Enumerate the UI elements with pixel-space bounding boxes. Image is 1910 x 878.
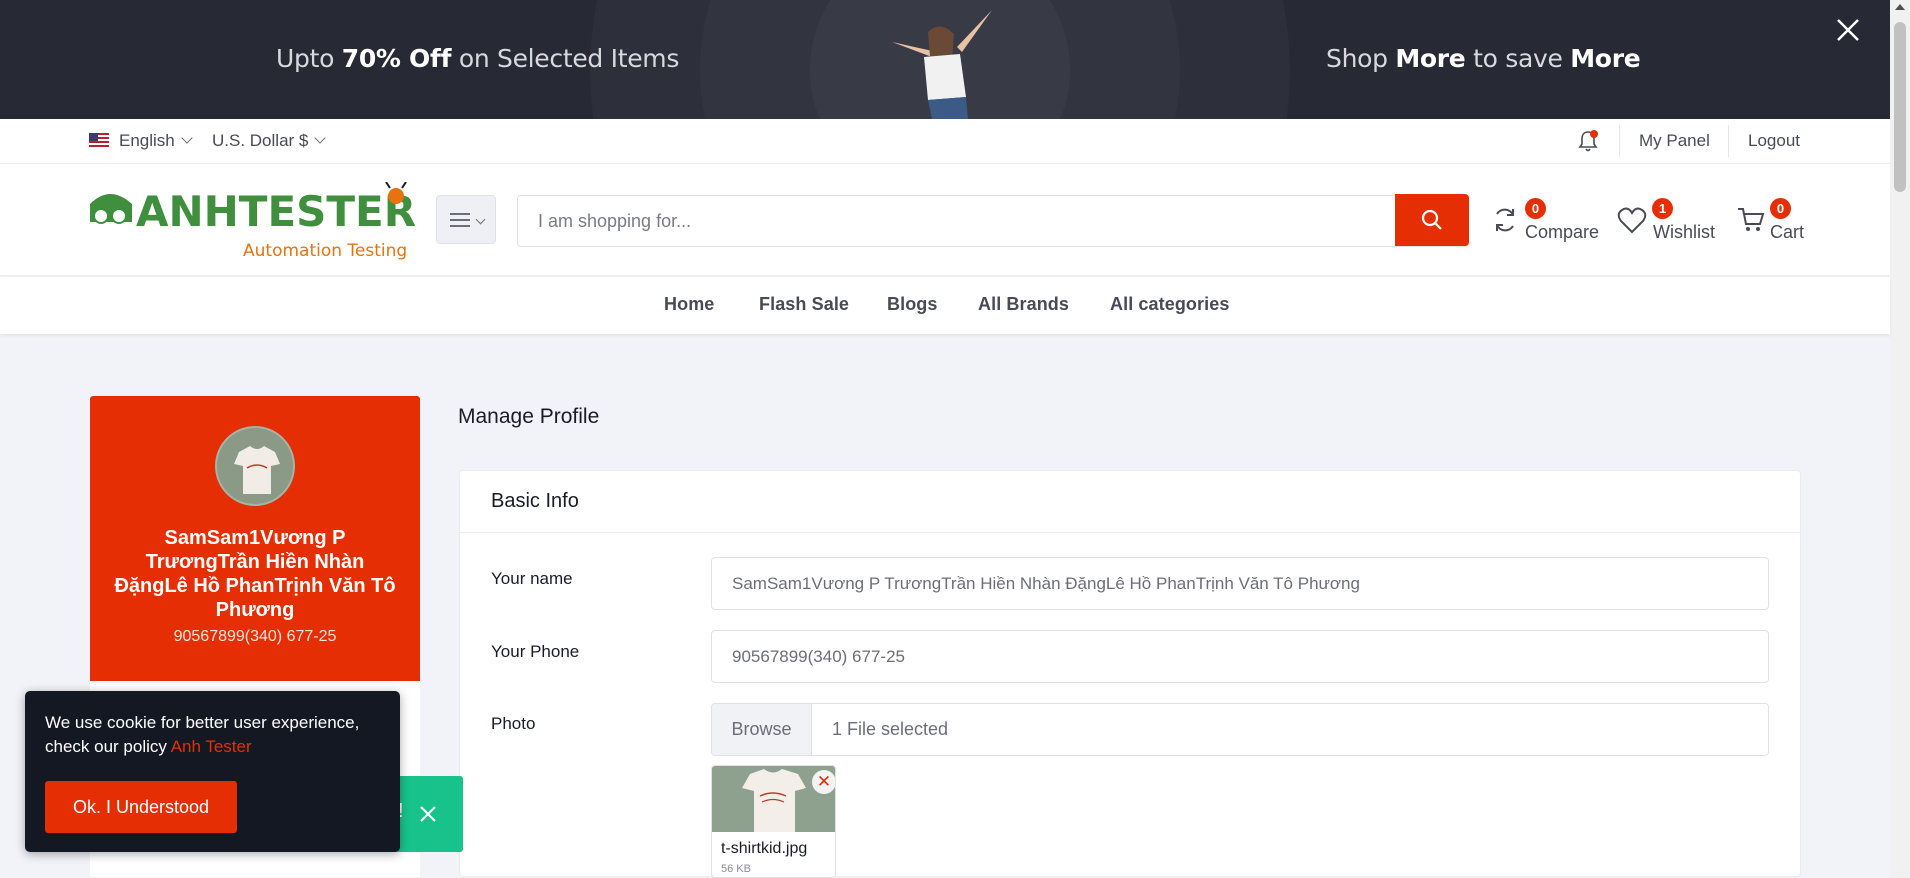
chevron-down-icon — [181, 132, 193, 144]
card-header: Basic Info — [460, 471, 1800, 533]
main-nav: Home Flash Sale Blogs All Brands All cat… — [0, 277, 1890, 334]
logout-link[interactable]: Logout — [1748, 131, 1800, 151]
nav-blogs[interactable]: Blogs — [887, 294, 938, 315]
nav-flash-sale[interactable]: Flash Sale — [759, 294, 849, 315]
my-panel-link[interactable]: My Panel — [1639, 131, 1710, 151]
logo-sub-text: Automation Testing — [243, 241, 407, 261]
cart-button[interactable]: 0 Cart — [1735, 164, 1805, 276]
notification-dot — [1590, 130, 1598, 138]
file-preview: ✕ t-shirtkid.jpg 56 KB — [711, 765, 836, 878]
cookie-policy-link[interactable]: Anh Tester — [171, 737, 252, 756]
category-menu-button[interactable] — [436, 195, 496, 244]
profile-name: SamSam1Vương P TrươngTrần Hiền Nhàn Đặng… — [114, 527, 396, 621]
card-title: Basic Info — [491, 490, 579, 512]
hamburger-icon — [450, 213, 470, 227]
nav-home[interactable]: Home — [664, 294, 714, 315]
basic-info-card: Basic Info Your name SamSam1Vương P Trươ… — [459, 470, 1801, 878]
profile-phone: 90567899(340) 677-25 — [173, 628, 337, 645]
cart-count-badge: 0 — [1770, 198, 1791, 219]
wishlist-count-badge: 1 — [1652, 198, 1673, 219]
banner-shop-text: Shop More to save More — [1326, 44, 1641, 73]
browse-button[interactable]: Browse — [712, 704, 812, 755]
name-field[interactable]: SamSam1Vương P TrươngTrần Hiền Nhàn Đặng… — [711, 557, 1769, 610]
main-header: ANHTESTER Automation Testing 0 Compare 1… — [0, 164, 1890, 276]
language-selector[interactable]: English — [119, 131, 193, 151]
accept-cookie-button[interactable]: Ok. I Understood — [45, 781, 237, 833]
remove-file-icon[interactable]: ✕ — [812, 770, 835, 794]
search-input[interactable] — [518, 196, 1396, 246]
page-title: Manage Profile — [458, 405, 600, 428]
wishlist-label: Wishlist — [1653, 222, 1715, 242]
divider — [1728, 125, 1729, 157]
file-selected-text: 1 File selected — [832, 719, 949, 739]
close-banner-icon[interactable] — [1830, 12, 1866, 48]
anhtester-logo[interactable]: ANHTESTER Automation Testing — [88, 182, 418, 264]
photo-file-input[interactable]: Browse 1 File selected — [711, 703, 1769, 756]
close-icon[interactable] — [416, 802, 440, 826]
cookie-message: We use cookie for better user experience… — [45, 713, 360, 756]
avatar — [215, 426, 295, 506]
logo-main-text: ANHTESTER — [136, 187, 416, 236]
divider — [1619, 125, 1620, 157]
nav-all-brands[interactable]: All Brands — [978, 294, 1069, 315]
file-name: t-shirtkid.jpg — [721, 840, 808, 857]
file-size: 56 KB — [721, 863, 751, 875]
nav-all-categories[interactable]: All categories — [1110, 294, 1229, 315]
us-flag-icon — [89, 133, 109, 147]
refresh-icon — [1496, 208, 1514, 232]
profile-summary: SamSam1Vương P TrươngTrần Hiền Nhàn Đặng… — [90, 396, 420, 681]
compare-count-badge: 0 — [1525, 198, 1546, 219]
name-label: Your name — [491, 569, 573, 588]
phone-label: Your Phone — [491, 642, 580, 661]
chevron-down-icon — [475, 214, 486, 225]
compare-label: Compare — [1525, 222, 1600, 242]
search-icon — [1421, 209, 1442, 230]
banner-offer-text: Upto 70% Off on Selected Items — [276, 44, 680, 73]
banner-model-image — [892, 10, 992, 119]
search-box — [517, 195, 1469, 247]
cart-icon — [1738, 208, 1765, 231]
search-button[interactable] — [1395, 194, 1469, 246]
scroll-thumb[interactable] — [1894, 22, 1906, 192]
page-scrollbar[interactable] — [1890, 0, 1910, 877]
compare-button[interactable]: 0 Compare — [1490, 164, 1600, 276]
wishlist-button[interactable]: 1 Wishlist — [1615, 164, 1715, 276]
cookie-consent: We use cookie for better user experience… — [25, 691, 400, 852]
phone-field[interactable]: 90567899(340) 677-25 — [711, 630, 1769, 683]
chevron-down-icon — [314, 132, 327, 144]
top-bar: English U.S. Dollar $ My Panel Logout — [0, 119, 1890, 164]
promo-banner[interactable]: Upto 70% Off on Selected Items Shop More… — [0, 0, 1890, 119]
cart-label: Cart — [1770, 222, 1805, 242]
heart-icon — [1617, 207, 1647, 234]
scroll-up-arrow-icon[interactable] — [1895, 4, 1905, 10]
currency-selector[interactable]: U.S. Dollar $ — [212, 131, 327, 151]
photo-label: Photo — [491, 714, 536, 733]
